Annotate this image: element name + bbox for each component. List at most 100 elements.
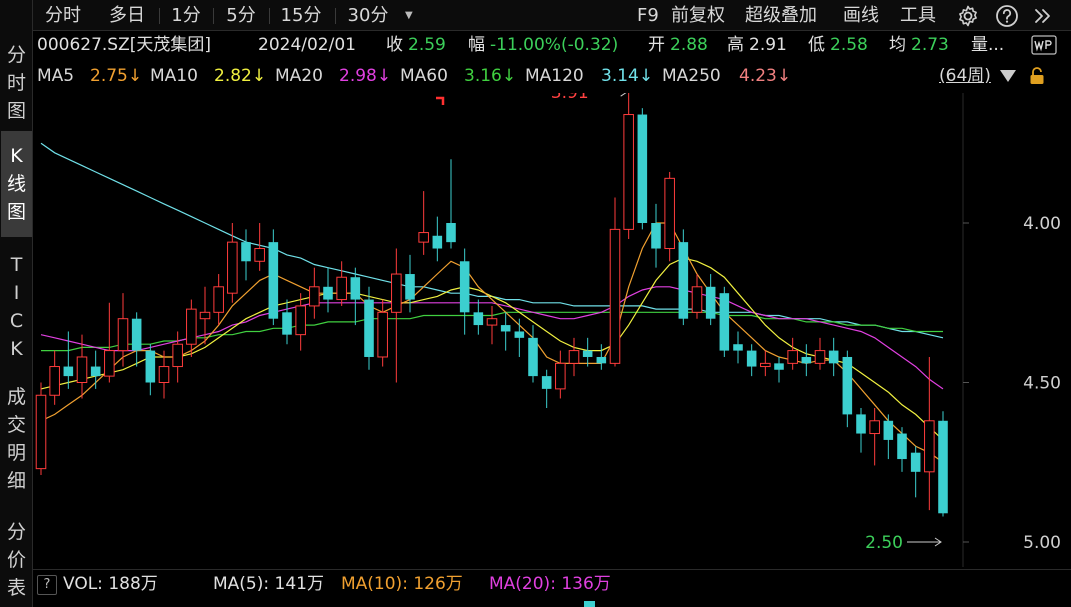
adjust-button[interactable]: 前复权 [671,0,725,31]
open-label: 开 [648,35,665,55]
watermark-toggle-icon[interactable] [1031,35,1057,55]
candle-body-down [350,277,361,300]
sidebar-tab-char: 交 [6,414,26,436]
sidebar-tab-char: K [10,338,23,360]
change-label: 幅 [468,35,485,55]
candle-body-down [582,350,593,357]
candle-body-up [760,362,771,368]
divider [335,8,336,24]
tab-multiday[interactable]: 多日 [99,0,155,31]
candle-body-up [391,273,402,313]
candle-body-down [596,356,607,364]
ma60-name: MA60 [400,66,448,86]
candle-body-down [883,420,894,440]
candle-body-up [869,420,880,435]
candle-body-up [418,232,429,243]
f9-button[interactable]: F9 [637,0,659,31]
candle-body-down [323,286,333,300]
ma5-value: 2.75↓ [90,66,143,86]
sidebar-tab-1[interactable]: K线图 [1,131,32,237]
candle-body-down [733,344,743,351]
more-periods-dropdown[interactable]: ▼ [405,0,413,31]
candle-body-down [541,376,552,389]
candle-body-up [309,286,320,307]
tab-intraday[interactable]: 分时 [39,0,87,31]
draw-line-button[interactable]: 画线 [843,0,879,31]
avg-value: 2.73 [911,35,949,55]
sidebar-tab-char: 细 [6,470,26,492]
stock-code-name[interactable]: 000627.SZ[天茂集团] [37,31,211,60]
low-price-annotation: 2.50 [865,533,903,553]
candle-body-down [459,261,470,313]
candle-body-down [446,223,456,243]
volume-label: 量... [971,35,1005,55]
candle-body-down [856,414,866,434]
candle-body-down [500,325,511,332]
candle-body-down [432,235,443,249]
candle-body-up [213,286,224,313]
volume-bar [584,601,595,607]
collapse-icon[interactable] [1031,4,1055,28]
candle-body-down [528,337,538,377]
tab-1min[interactable]: 1分 [163,0,209,31]
tab-15min[interactable]: 15分 [273,0,329,31]
indicator-help-button[interactable]: ? [37,575,57,595]
candle-body-up [172,343,183,368]
ma-legend: MA5 2.75↓ MA10 2.82↓ MA20 2.98↓ MA60 3.1… [33,60,1071,93]
tab-5min[interactable]: 5分 [217,0,265,31]
candle-body-up [186,308,197,345]
ma-period-selector[interactable]: (64周) [939,60,991,93]
tools-button[interactable]: 工具 [900,0,936,31]
candle-body-down [828,350,839,364]
kline-chart[interactable]: 5.004.504.003.503.002.503.912.50 [33,93,1071,567]
candle-body-down [678,242,689,319]
candle-body-down [90,366,101,377]
vol-ma5: MA(5): 141万 [213,574,324,594]
candle-body-up [76,356,88,384]
gear-icon[interactable] [956,4,980,28]
vol-value: VOL: 188万 [63,574,158,594]
sidebar-tab-char: 时 [6,72,26,94]
chart-type-sidebar: 分时图K线图TICK成交明细分价表 [0,0,33,607]
vol-ma20: MA(20): 136万 [489,574,611,594]
tab-30min[interactable]: 30分 [339,0,397,31]
ma120-value: 3.14↓ [601,66,654,86]
candle-body-up [814,350,826,364]
candle-body-up [158,366,170,383]
candle-body-down [705,286,716,319]
lock-icon[interactable] [1027,66,1047,86]
help-icon[interactable] [995,4,1019,28]
change-value: -11.00%(-0.32) [490,35,619,55]
divider [159,8,160,24]
candle-body-down [801,356,812,364]
candle-body-up [336,276,347,301]
candle-body-up [295,305,306,336]
candle-body-up [35,394,47,470]
sidebar-tab-char: 成 [6,386,26,408]
sidebar-tab-0[interactable]: 分时图 [1,38,32,128]
sidebar-tab-4[interactable]: 分价表 [1,515,32,605]
candle-body-down [774,363,784,370]
high-value: 2.91 [749,35,787,55]
overlay-button[interactable]: 超级叠加 [745,0,817,31]
candle-body-down [719,293,730,351]
sidebar-tab-char: 图 [6,201,26,223]
ma250-value: 4.23↓ [739,66,792,86]
ma60-value: 3.16↓ [464,66,517,86]
candle-body-down [842,356,853,415]
sidebar-tab-2[interactable]: TICK [1,248,32,366]
ma120-name: MA120 [525,66,584,86]
candle-body-down [637,114,648,223]
kline-chart-canvas[interactable]: 5.004.504.003.503.002.503.912.50 [33,93,1071,567]
candle-body-down [746,350,757,367]
triangle-down-icon[interactable] [999,69,1017,83]
ma20-name: MA20 [275,66,323,86]
sidebar-tab-3[interactable]: 成交明细 [1,380,32,498]
candle-body-up [691,286,703,313]
candle-body-up [568,350,580,364]
sidebar-tab-char: 分 [6,521,26,543]
price-tick-label: 4.00 [1023,214,1061,234]
close-value: 2.59 [408,35,446,55]
candle-body-down [282,312,292,335]
ma10-name: MA10 [150,66,198,86]
